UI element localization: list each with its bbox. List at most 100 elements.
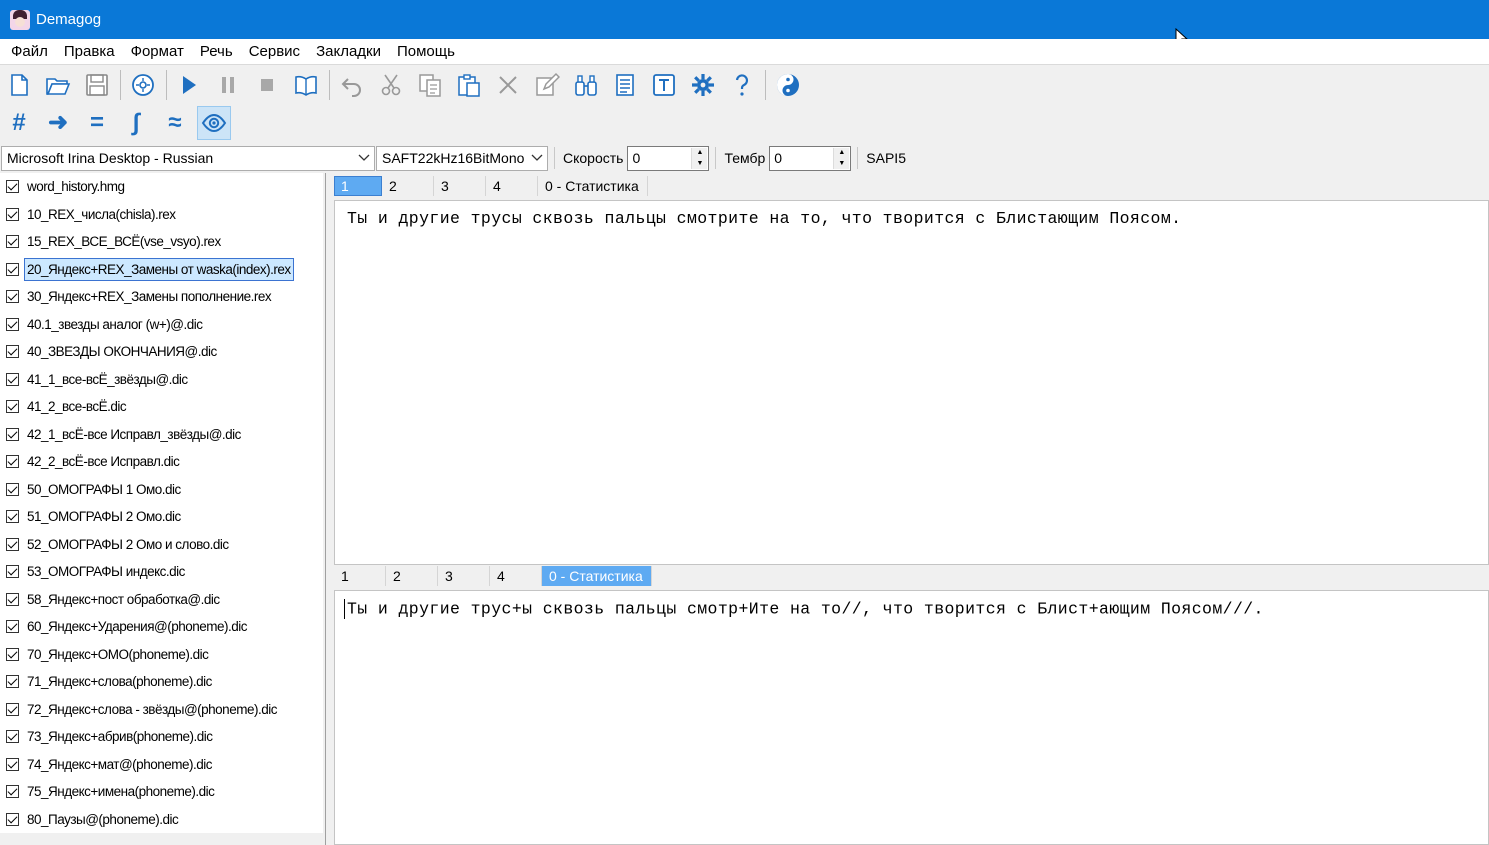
list-item[interactable]: 41_1_все-всЁ_звёзды@.dic [0, 366, 323, 394]
checkbox[interactable] [6, 290, 19, 304]
hash-button[interactable]: # [2, 106, 36, 140]
checkbox[interactable] [6, 400, 19, 414]
list-item[interactable]: 10_REX_числа(chisla).rex [0, 201, 323, 229]
checkbox[interactable] [6, 702, 19, 716]
list-item[interactable]: 74_Яндекс+мат@(phoneme).dic [0, 751, 323, 779]
title-bar[interactable]: Demagog [0, 0, 1489, 39]
open-folder-button[interactable] [41, 68, 75, 102]
help-button[interactable] [725, 68, 759, 102]
list-item[interactable]: 52_ОМОГРАФЫ 2 Омо и слово.dic [0, 531, 323, 559]
splitter[interactable] [323, 173, 325, 845]
list-item[interactable]: 58_Яндекс+пост обработка@.dic [0, 586, 323, 614]
save-button[interactable] [80, 68, 114, 102]
menu-item-3[interactable]: Речь [192, 39, 241, 65]
menu-item-6[interactable]: Помощь [389, 39, 463, 65]
checkbox[interactable] [6, 235, 19, 249]
voice-select[interactable]: Microsoft Irina Desktop - Russian [1, 145, 375, 171]
cut-button[interactable] [374, 68, 408, 102]
checkbox[interactable] [6, 812, 19, 826]
checkbox[interactable] [6, 730, 19, 744]
paste-button[interactable] [452, 68, 486, 102]
list-item[interactable]: 53_ОМОГРАФЫ индекс.dic [0, 558, 323, 586]
menu-item-5[interactable]: Закладки [308, 39, 389, 65]
list-item[interactable]: word_history.hmg [0, 173, 323, 201]
tab-1[interactable]: 2 [386, 566, 438, 586]
tab-0[interactable]: 1 [334, 566, 386, 586]
list-item[interactable]: 15_REX_ВСЕ_ВСЁ(vse_vsyo).rex [0, 228, 323, 256]
find-button[interactable] [569, 68, 603, 102]
checkbox[interactable] [6, 647, 19, 661]
stop-button[interactable] [250, 68, 284, 102]
timbre-spinner[interactable]: 0 ▲ ▼ [769, 145, 852, 171]
equals-button[interactable]: = [80, 106, 114, 140]
list-item[interactable]: 70_Яндекс+ОМО(phoneme).dic [0, 641, 323, 669]
book-button[interactable] [289, 68, 323, 102]
checkbox[interactable] [6, 180, 19, 194]
undo-button[interactable] [335, 68, 369, 102]
copy-button[interactable] [413, 68, 447, 102]
tab-3[interactable]: 4 [486, 176, 538, 196]
checkbox[interactable] [6, 537, 19, 551]
play-button[interactable] [172, 68, 206, 102]
list-item[interactable]: 75_Яндекс+имена(phoneme).dic [0, 778, 323, 806]
checkbox[interactable] [6, 675, 19, 689]
document-button[interactable] [608, 68, 642, 102]
settings-button[interactable] [686, 68, 720, 102]
checkbox[interactable] [6, 427, 19, 441]
tab-1[interactable]: 2 [382, 176, 434, 196]
menu-item-4[interactable]: Сервис [241, 39, 308, 65]
approx-button[interactable]: ≈ [158, 106, 192, 140]
tab-3[interactable]: 4 [490, 566, 542, 586]
list-item[interactable]: 50_ОМОГРАФЫ 1 Омо.dic [0, 476, 323, 504]
tab-2[interactable]: 3 [434, 176, 486, 196]
disc-button[interactable] [126, 68, 160, 102]
speed-spinner[interactable]: 0 ▲ ▼ [627, 145, 710, 171]
checkbox[interactable] [6, 317, 19, 331]
checkbox[interactable] [6, 785, 19, 799]
checkbox[interactable] [6, 482, 19, 496]
text-button[interactable] [647, 68, 681, 102]
eye-button[interactable] [197, 106, 231, 140]
result-text-editor[interactable]: Ты и другие трус+ы сквозь пальцы смотр+И… [334, 590, 1489, 845]
checkbox[interactable] [6, 510, 19, 524]
checkbox[interactable] [6, 455, 19, 469]
integral-button[interactable]: ∫ [119, 106, 153, 140]
dictionary-list[interactable]: word_history.hmg 10_REX_числа(chisla).rex… [0, 173, 326, 845]
list-item[interactable]: 51_ОМОГРАФЫ 2 Омо.dic [0, 503, 323, 531]
source-text-editor[interactable]: Ты и другие трусы сквозь пальцы смотрите… [334, 200, 1489, 565]
checkbox[interactable] [6, 592, 19, 606]
spin-up-icon[interactable]: ▲ [834, 148, 849, 159]
format-select[interactable]: SAFT22kHz16BitMono [376, 145, 548, 171]
arrow-right-button[interactable]: ➜ [41, 106, 75, 140]
checkbox[interactable] [6, 620, 19, 634]
spin-up-icon[interactable]: ▲ [692, 148, 707, 159]
list-item[interactable]: 72_Яндекс+слова - звёзды@(phoneme).dic [0, 696, 323, 724]
list-item[interactable]: 30_Яндекс+REX_Замены пополнение.rex [0, 283, 323, 311]
menu-item-2[interactable]: Формат [123, 39, 192, 65]
delete-button[interactable] [491, 68, 525, 102]
spin-down-icon[interactable]: ▼ [692, 158, 707, 169]
checkbox[interactable] [6, 345, 19, 359]
checkbox[interactable] [6, 372, 19, 386]
menu-item-1[interactable]: Правка [56, 39, 123, 65]
list-item[interactable]: 40.1_звезды аналог (w+)@.dic [0, 311, 323, 339]
new-file-button[interactable] [2, 68, 36, 102]
tab-0[interactable]: 1 [334, 176, 382, 196]
tab-4[interactable]: 0 - Статистика [538, 176, 648, 196]
checkbox[interactable] [6, 757, 19, 771]
list-item[interactable]: 73_Яндекс+абрив(phoneme).dic [0, 723, 323, 751]
list-item[interactable]: 71_Яндекс+слова(phoneme).dic [0, 668, 323, 696]
spin-down-icon[interactable]: ▼ [834, 158, 849, 169]
checkbox[interactable] [6, 262, 19, 276]
tab-2[interactable]: 3 [438, 566, 490, 586]
list-item[interactable]: 42_1_всЁ-все Исправл_звёзды@.dic [0, 421, 323, 449]
yin-yang-button[interactable] [771, 68, 805, 102]
menu-item-0[interactable]: Файл [3, 39, 56, 65]
list-item[interactable]: 80_Паузы@(phoneme).dic [0, 806, 323, 834]
edit-button[interactable] [530, 68, 564, 102]
list-item[interactable]: 40_ЗВЕЗДЫ ОКОНЧАНИЯ@.dic [0, 338, 323, 366]
pause-button[interactable] [211, 68, 245, 102]
checkbox[interactable] [6, 207, 19, 221]
list-item[interactable]: 41_2_все-всЁ.dic [0, 393, 323, 421]
list-item[interactable]: 20_Яндекс+REX_Замены от waska(index).rex [0, 256, 323, 284]
